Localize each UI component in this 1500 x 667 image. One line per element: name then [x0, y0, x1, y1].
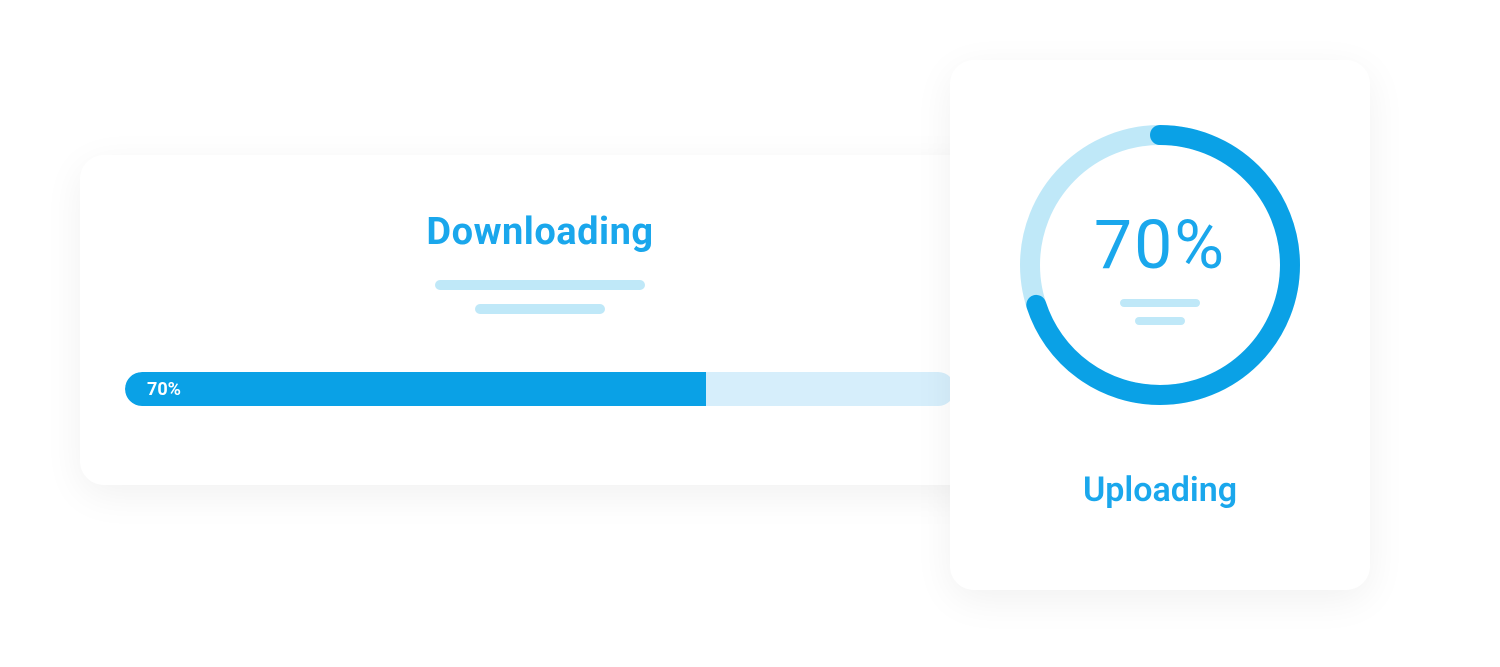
progress-fill: 70% [125, 372, 706, 406]
decor-line-icon [475, 304, 605, 314]
download-decor-lines [435, 280, 645, 314]
download-progress: 70% [125, 372, 955, 406]
download-title: Downloading [426, 210, 653, 254]
download-card: Downloading 70% [80, 155, 1000, 485]
upload-card: 70% Uploading [950, 60, 1370, 590]
upload-percent-label: 70% [1094, 205, 1226, 285]
decor-line-icon [1120, 299, 1200, 307]
upload-decor-lines [1120, 299, 1200, 325]
upload-progress-ring: 70% [1010, 115, 1310, 415]
stage: Downloading 70% 70% [0, 0, 1500, 667]
decor-line-icon [435, 280, 645, 290]
ring-center: 70% [1010, 115, 1310, 415]
progress-track: 70% [125, 372, 955, 406]
progress-percent-label: 70% [147, 379, 181, 400]
upload-title: Uploading [1083, 470, 1237, 510]
decor-line-icon [1135, 317, 1185, 325]
